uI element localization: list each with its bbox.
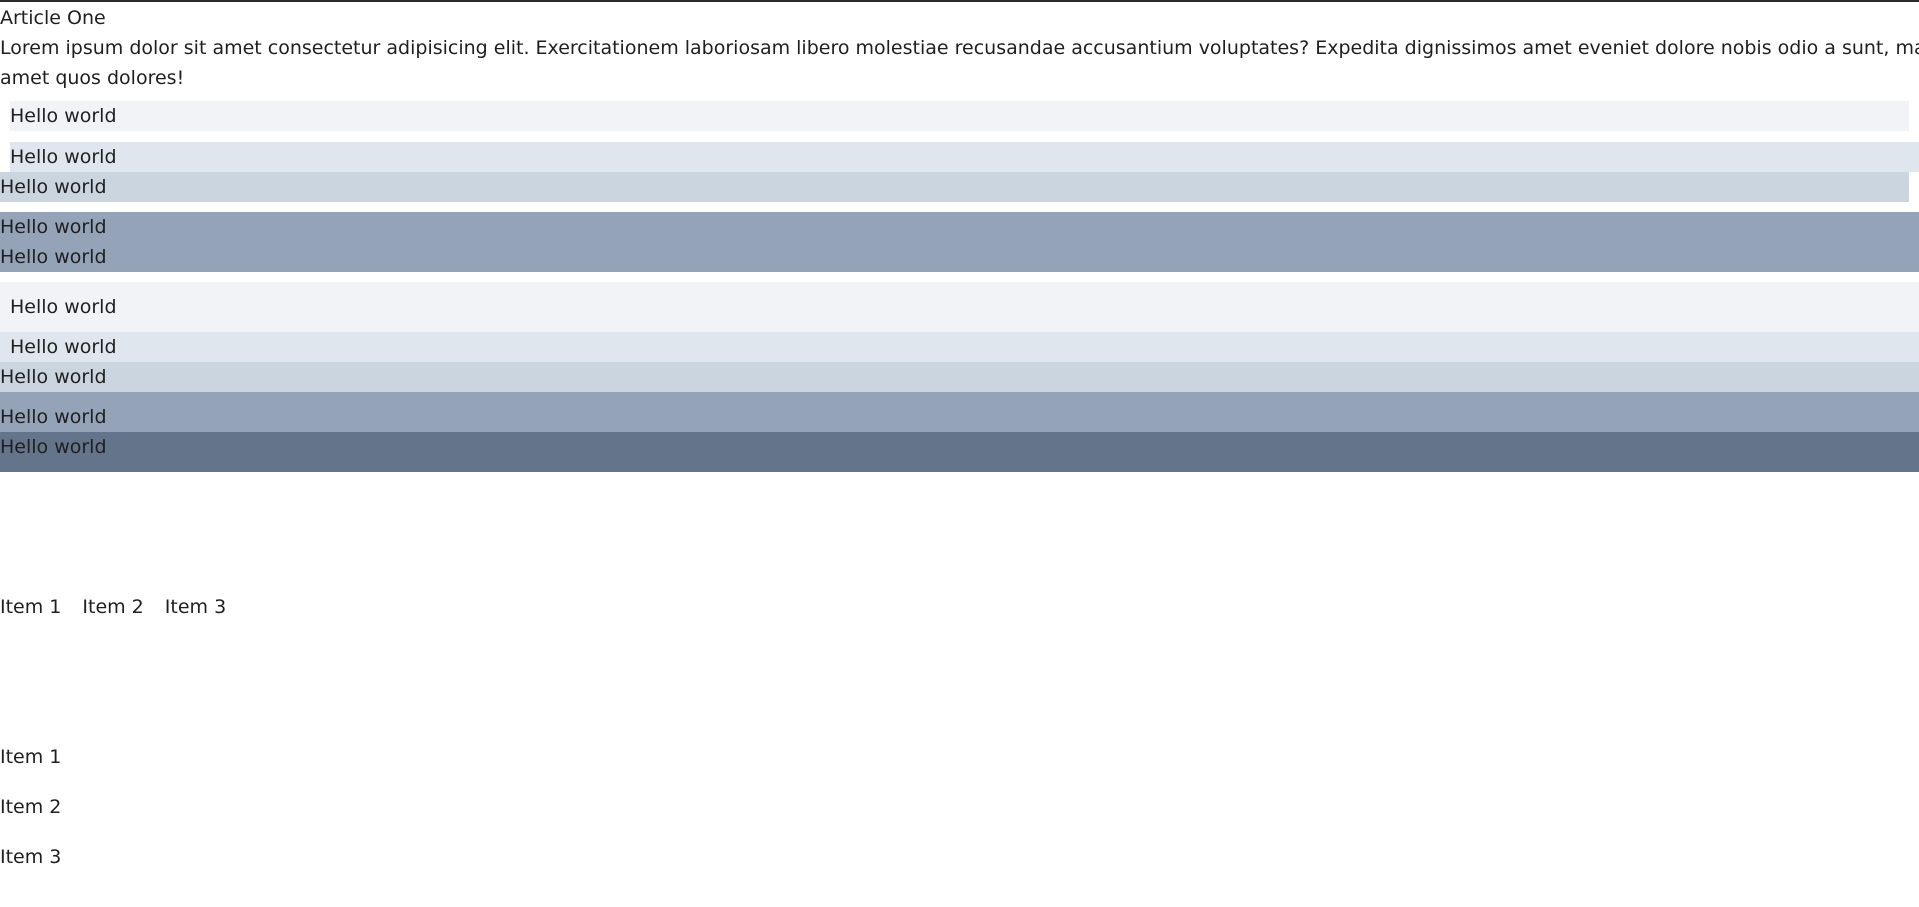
hello-text: Hello world <box>0 176 107 198</box>
hello-box-6: Hello world <box>0 282 1919 332</box>
hello-box-5: Hello world <box>0 242 1919 272</box>
hello-text: Hello world <box>10 336 117 358</box>
hello-box-1: Hello world <box>10 101 1909 131</box>
article-body-line: Lorem ipsum dolor sit amet consectetur a… <box>0 37 1919 59</box>
hello-box-9: Hello world <box>0 392 1919 432</box>
list-item: Item 1 <box>0 596 62 618</box>
hello-text: Hello world <box>0 406 107 428</box>
article-title: Article One <box>0 7 106 29</box>
vertical-list: Item 1 Item 2 Item 3 <box>0 742 61 892</box>
horizontal-list: Item 1 Item 2 Item 3 <box>0 592 247 622</box>
hello-text: Hello world <box>0 436 107 458</box>
hello-box-10: Hello world <box>0 432 1919 472</box>
hello-text: Hello world <box>0 246 107 268</box>
hello-box-2: Hello world <box>10 142 1919 172</box>
list-item: Item 1 <box>0 746 62 768</box>
article-body: Lorem ipsum dolor sit amet consectetur a… <box>0 33 1919 93</box>
list-item: Item 2 <box>82 596 144 618</box>
list-item: Item 3 <box>0 846 62 868</box>
hello-text: Hello world <box>10 146 117 168</box>
hello-box-7: Hello world <box>0 332 1919 362</box>
hello-text: Hello world <box>0 216 107 238</box>
article: Article One Lorem ipsum dolor sit amet c… <box>0 3 1919 93</box>
hello-text: Hello world <box>10 105 117 127</box>
hello-text: Hello world <box>0 366 107 388</box>
list-item: Item 2 <box>0 796 62 818</box>
hello-box-3: Hello world <box>0 172 1909 202</box>
hello-text: Hello world <box>10 296 117 318</box>
list-item: Item 3 <box>164 596 227 618</box>
hello-box-8: Hello world <box>0 362 1919 392</box>
top-divider <box>0 0 1919 2</box>
article-body-line: amet quos dolores! <box>0 67 185 89</box>
hello-box-4: Hello world <box>0 212 1919 242</box>
